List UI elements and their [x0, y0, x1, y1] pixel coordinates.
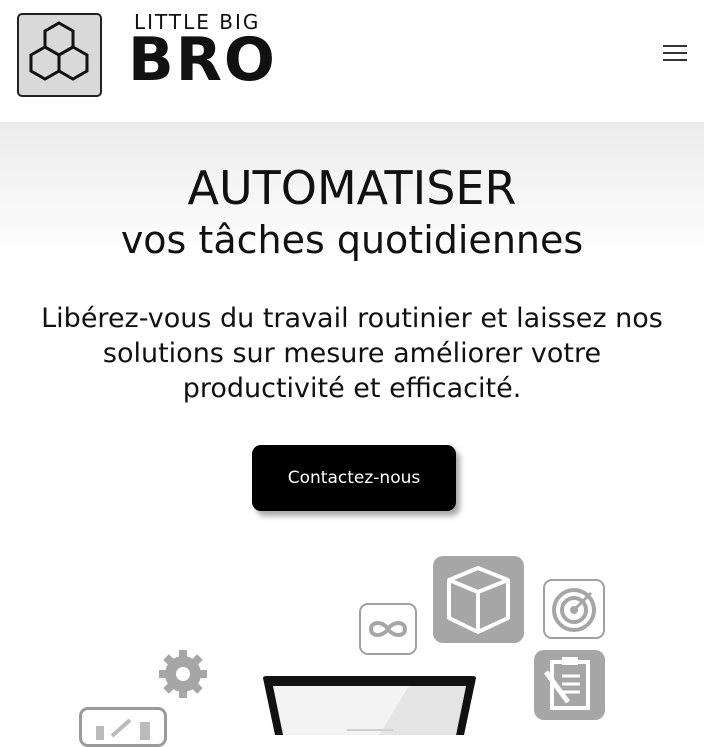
hero-lead: Libérez-vous du travail routinier et lai… — [41, 303, 663, 404]
hamburger-menu-icon[interactable] — [660, 40, 690, 68]
chart-icon — [79, 707, 167, 747]
contact-button[interactable]: Contactez-nous — [252, 445, 456, 511]
hexagon-logo-icon — [17, 13, 102, 97]
laptop-icon — [259, 674, 480, 735]
logo[interactable]: LITTLE BIG BRO — [0, 0, 290, 110]
hero-title: AUTOMATISER — [187, 161, 517, 215]
clipboard-icon — [534, 650, 605, 720]
gear-icon — [157, 648, 209, 700]
site-header: LITTLE BIG BRO — [0, 0, 704, 122]
cube-icon — [433, 556, 524, 643]
logo-text-bottom: BRO — [128, 25, 277, 95]
hero-subtitle: vos tâches quotidiennes — [120, 218, 584, 262]
infinity-icon — [359, 603, 417, 655]
target-icon — [543, 579, 605, 639]
